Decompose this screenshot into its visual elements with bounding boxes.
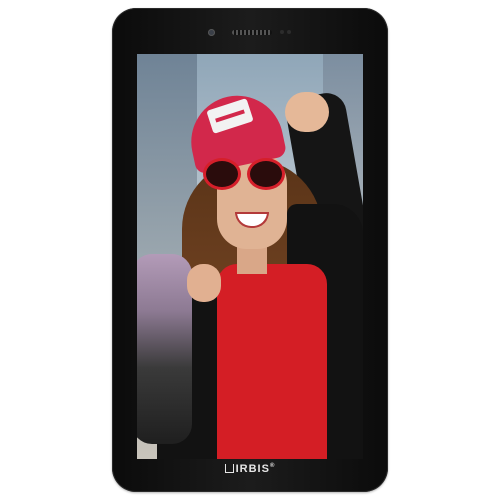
speaker-grille — [232, 30, 272, 35]
light-sensor — [287, 30, 291, 34]
photo-hand-raised — [285, 92, 329, 132]
photo-red-shirt — [217, 264, 327, 459]
proximity-sensor — [280, 30, 284, 34]
top-bezel — [112, 8, 388, 54]
front-camera-icon — [208, 29, 215, 36]
brand-label: IRBIS — [235, 463, 270, 475]
brand-logo: IRBIS® — [112, 463, 388, 475]
sunglasses-lens-right — [247, 158, 285, 190]
tablet-device: IRBIS® — [112, 8, 388, 492]
photo-hand-holding-skate — [187, 264, 221, 302]
sunglasses-lens-left — [203, 158, 241, 190]
tablet-screen — [137, 54, 363, 459]
brand-mark-icon — [224, 464, 234, 473]
photo-roller-skate — [137, 254, 192, 444]
photo-sunglasses — [203, 158, 285, 190]
trademark-symbol: ® — [269, 463, 276, 469]
